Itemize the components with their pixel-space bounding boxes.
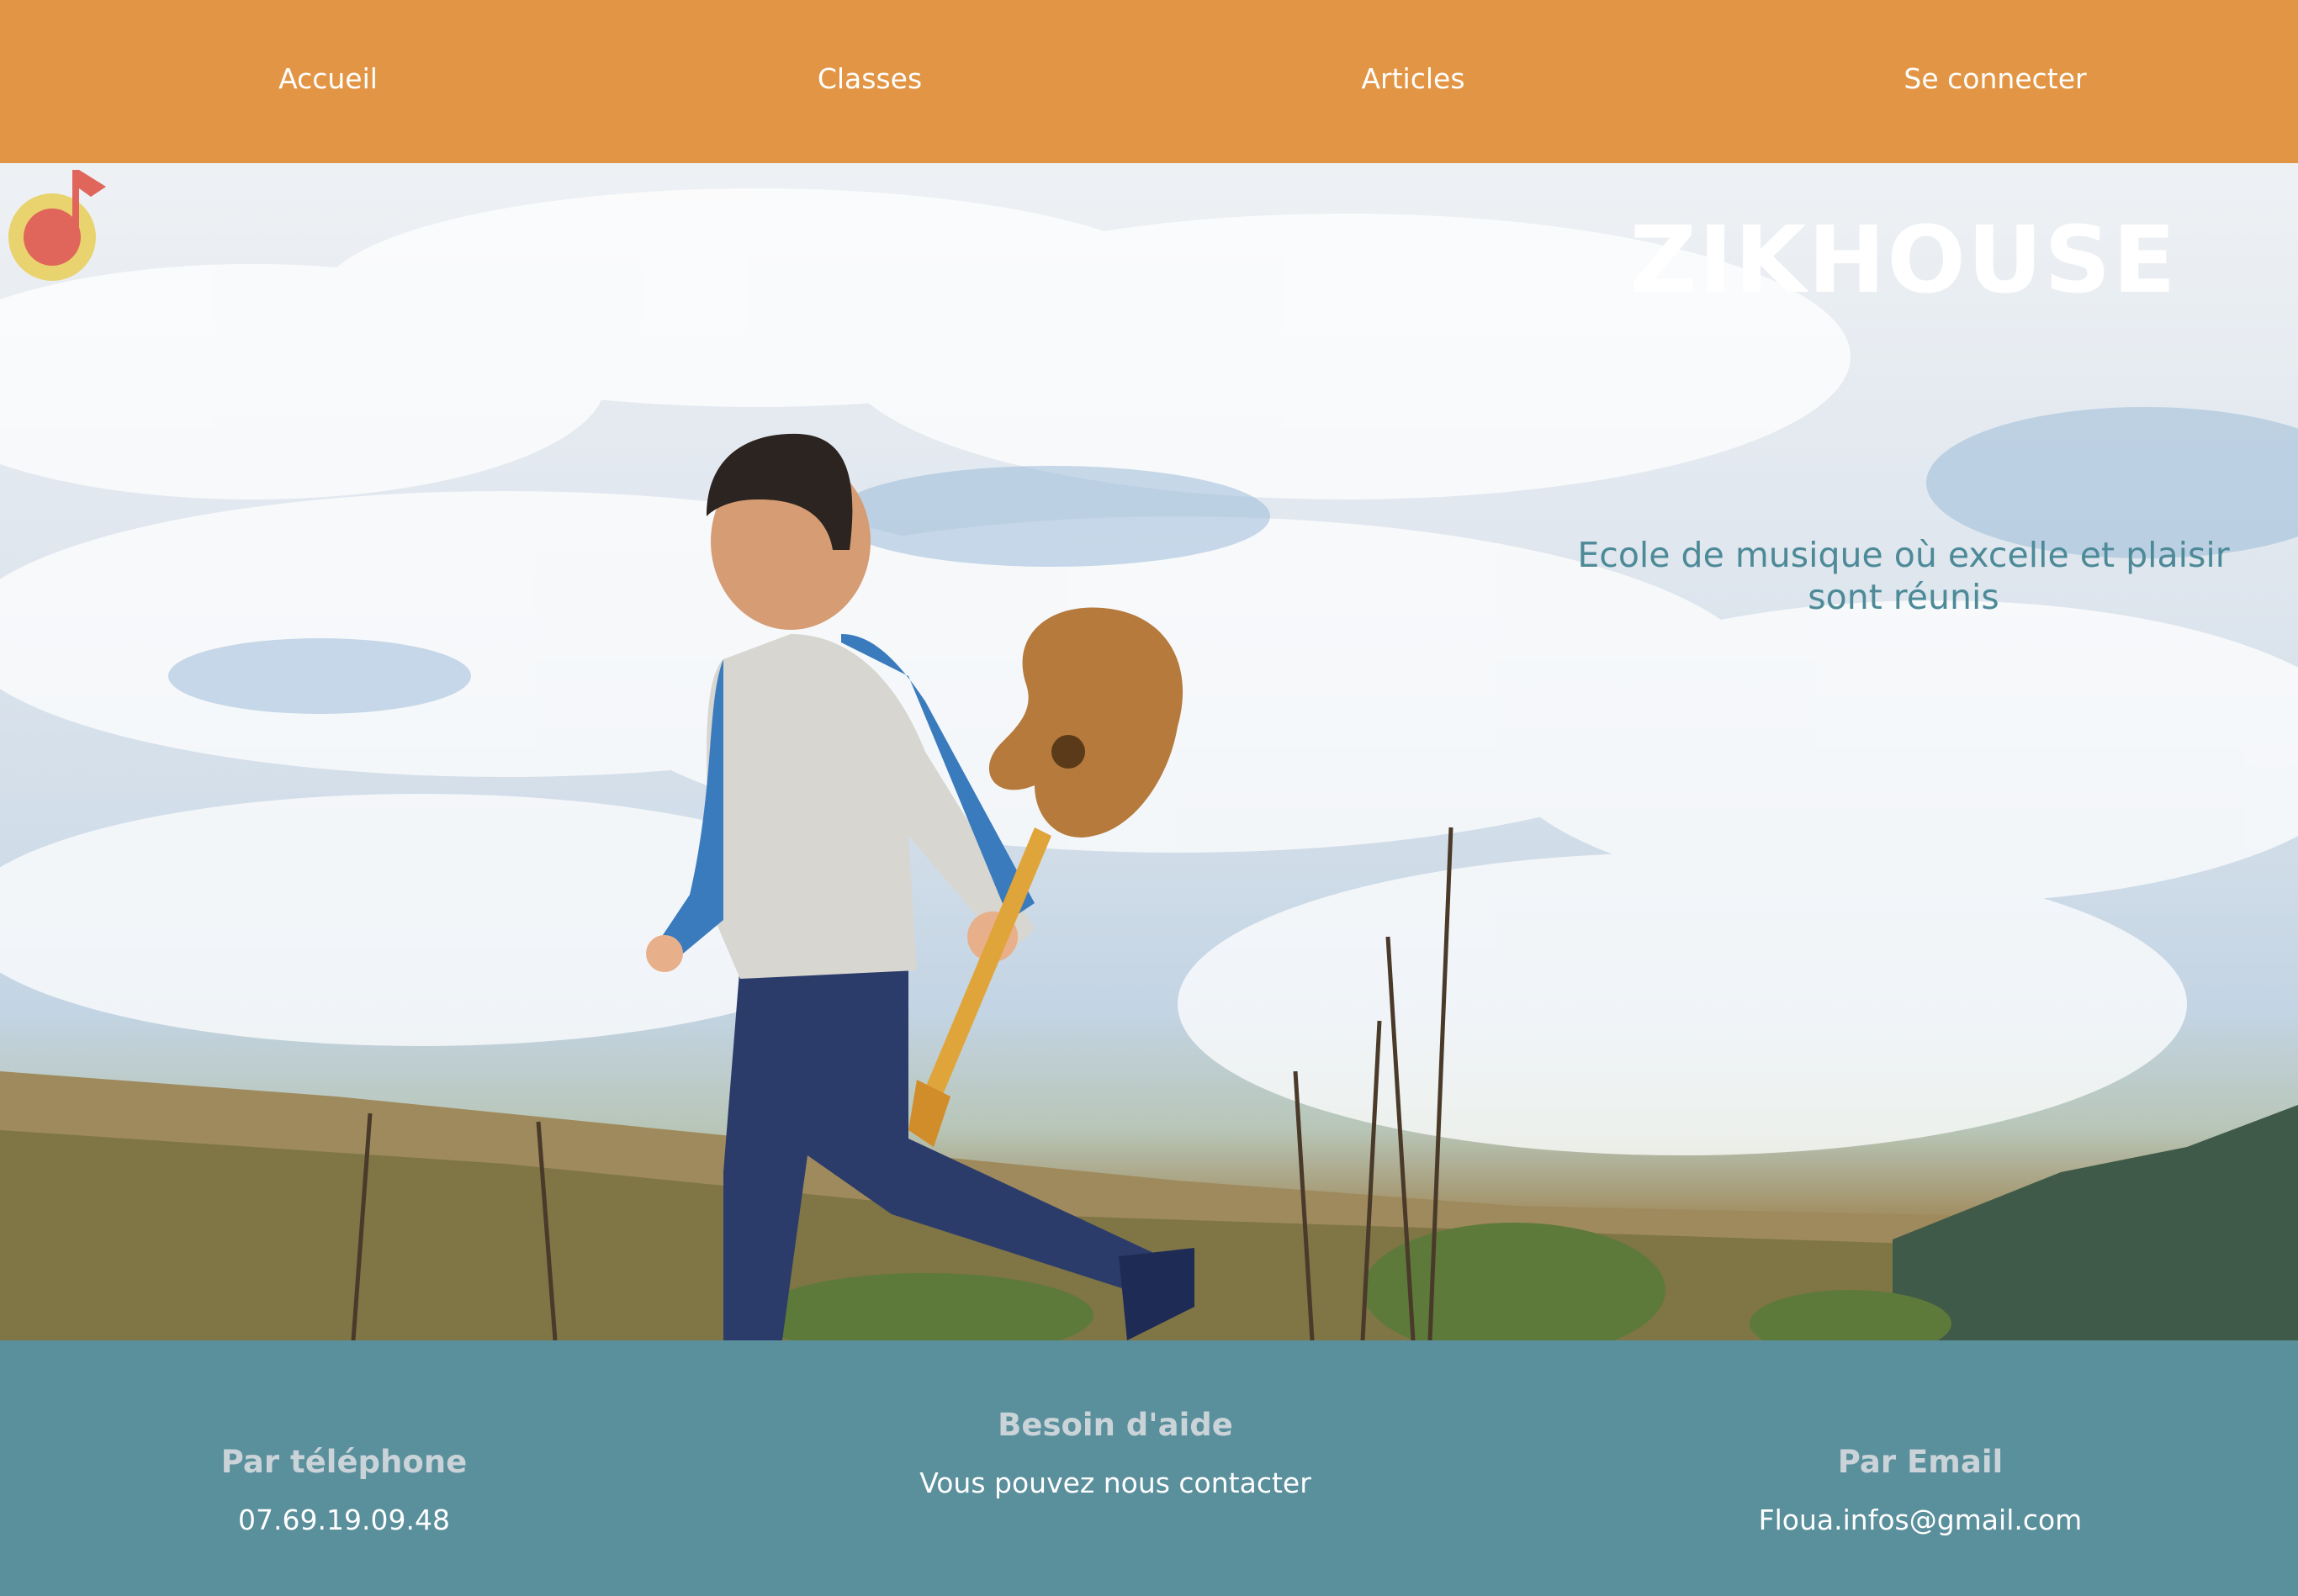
site-title: ZIKHOUSE <box>1629 206 2178 314</box>
footer-phone-block: Par téléphone 07.69.19.09.48 <box>221 1441 467 1539</box>
top-navbar: Accueil Classes Articles Se connecter <box>0 0 2298 163</box>
footer-email-block: Par Email Floua.infos@gmail.com <box>1759 1441 2083 1539</box>
nav-link-classes[interactable]: Classes <box>818 61 922 98</box>
hero-section: ZIKHOUSE Ecole de musique où excelle et … <box>0 163 2298 1340</box>
music-note-icon <box>8 170 106 281</box>
footer-help-heading: Besoin d'aide <box>998 1407 1233 1443</box>
footer: Par téléphone 07.69.19.09.48 Besoin d'ai… <box>0 1340 2298 1596</box>
footer-email-address[interactable]: Floua.infos@gmail.com <box>1759 1502 2083 1539</box>
nav-link-login[interactable]: Se connecter <box>1904 61 2086 98</box>
footer-email-heading: Par Email <box>1837 1444 2004 1480</box>
footer-phone-number[interactable]: 07.69.19.09.48 <box>221 1502 467 1539</box>
footer-help-text: Vous pouvez nous contacter <box>919 1467 1311 1499</box>
nav-link-articles[interactable]: Articles <box>1361 61 1464 98</box>
nav-link-accueil[interactable]: Accueil <box>278 61 378 98</box>
footer-help-block: Besoin d'aide Vous pouvez nous contacter <box>919 1404 1311 1502</box>
hero-tagline: Ecole de musique où excelle et plaisir s… <box>1577 535 2230 617</box>
footer-phone-heading: Par téléphone <box>220 1444 468 1480</box>
hero-background-image <box>0 188 2298 1340</box>
